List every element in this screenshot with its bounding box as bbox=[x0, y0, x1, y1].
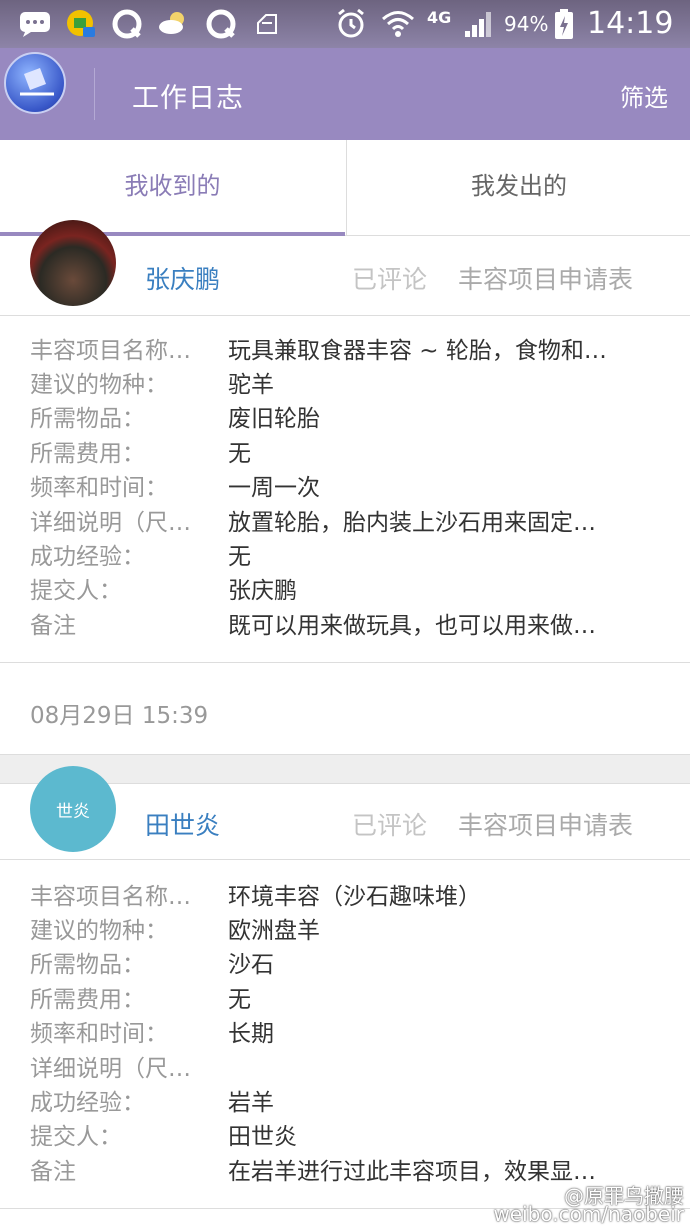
field-row: 成功经验： 岩羊 bbox=[0, 1086, 690, 1121]
field-row: 详细说明（尺… 放置轮胎，胎内装上沙石用来固定… bbox=[0, 506, 690, 541]
notification-icon bbox=[252, 8, 282, 40]
field-value: 田世炎 bbox=[228, 1124, 297, 1150]
field-label: 丰容项目名称… bbox=[30, 338, 191, 364]
alarm-icon bbox=[334, 8, 368, 40]
field-row: 建议的物种： 驼羊 bbox=[0, 368, 690, 403]
divider bbox=[0, 662, 690, 663]
entry-header: 世炎 田世炎 已评论 丰容项目申请表 bbox=[0, 766, 690, 860]
page-title: 工作日志 bbox=[132, 83, 244, 114]
field-row: 成功经验： 无 bbox=[0, 540, 690, 575]
field-value: 沙石 bbox=[228, 952, 274, 978]
field-row: 频率和时间： 长期 bbox=[0, 1017, 690, 1052]
field-label: 备注 bbox=[30, 613, 76, 639]
entry-header: 张庆鹏 已评论 丰容项目申请表 bbox=[0, 220, 690, 316]
avatar[interactable] bbox=[30, 220, 116, 306]
timestamp: 08月29日 15:39 bbox=[30, 703, 209, 729]
app-logo-icon[interactable] bbox=[4, 52, 66, 114]
field-row: 所需物品： 废旧轮胎 bbox=[0, 402, 690, 437]
message-icon bbox=[18, 8, 52, 40]
status-badge: 已评论 bbox=[352, 811, 428, 840]
field-value: 欧洲盘羊 bbox=[228, 918, 320, 944]
field-label: 频率和时间： bbox=[30, 475, 168, 501]
status-bar: 4G 94% 14:19 bbox=[0, 0, 690, 48]
field-value: 玩具兼取食器丰容 ~ 轮胎，食物和… bbox=[228, 338, 607, 364]
field-label: 提交人： bbox=[30, 1124, 122, 1150]
field-value: 驼羊 bbox=[228, 372, 274, 398]
avatar[interactable]: 世炎 bbox=[30, 766, 116, 852]
user-name[interactable]: 张庆鹏 bbox=[145, 260, 220, 296]
field-row: 建议的物种： 欧洲盘羊 bbox=[0, 914, 690, 949]
field-label: 所需物品： bbox=[30, 952, 145, 978]
field-row: 详细说明（尺… bbox=[0, 1052, 690, 1087]
field-value: 一周一次 bbox=[228, 475, 320, 501]
battery-icon bbox=[552, 8, 576, 40]
field-value: 无 bbox=[228, 987, 251, 1013]
network-type: 4G bbox=[427, 8, 452, 27]
log-entry[interactable]: 张庆鹏 已评论 丰容项目申请表 丰容项目名称… 玩具兼取食器丰容 ~ 轮胎，食物和… bbox=[0, 220, 690, 754]
tab-sent[interactable]: 我发出的 bbox=[346, 140, 690, 236]
field-value: 岩羊 bbox=[228, 1090, 274, 1116]
field-label: 频率和时间： bbox=[30, 1021, 168, 1047]
field-label: 成功经验： bbox=[30, 544, 145, 570]
field-value: 环境丰容（沙石趣味堆） bbox=[228, 884, 481, 910]
field-row: 提交人： 田世炎 bbox=[0, 1120, 690, 1155]
field-value: 长期 bbox=[228, 1021, 274, 1047]
form-type: 丰容项目申请表 bbox=[458, 811, 634, 840]
clock: 14:19 bbox=[587, 6, 674, 41]
wifi-icon bbox=[380, 8, 416, 40]
weather-icon bbox=[156, 8, 190, 40]
divider bbox=[94, 68, 95, 120]
watermark-url: weibo.com/naobeir bbox=[493, 1202, 684, 1226]
field-label: 成功经验： bbox=[30, 1090, 145, 1116]
field-row: 所需费用： 无 bbox=[0, 437, 690, 472]
user-name[interactable]: 田世炎 bbox=[145, 806, 220, 842]
field-label: 丰容项目名称… bbox=[30, 884, 191, 910]
qq-icon bbox=[204, 8, 238, 40]
field-row: 所需费用： 无 bbox=[0, 983, 690, 1018]
signal-icon bbox=[462, 8, 496, 40]
tab-bar: 我收到的 我发出的 bbox=[0, 140, 690, 236]
field-label: 备注 bbox=[30, 1159, 76, 1185]
field-row: 丰容项目名称… 玩具兼取食器丰容 ~ 轮胎，食物和… bbox=[0, 334, 690, 369]
field-row: 频率和时间： 一周一次 bbox=[0, 471, 690, 506]
field-value: 既可以用来做玩具，也可以用来做… bbox=[228, 613, 596, 639]
field-value: 放置轮胎，胎内装上沙石用来固定… bbox=[228, 510, 596, 536]
field-label: 详细说明（尺… bbox=[30, 510, 191, 536]
app-icon bbox=[64, 8, 98, 40]
field-row: 丰容项目名称… 环境丰容（沙石趣味堆） bbox=[0, 880, 690, 915]
field-row: 备注 既可以用来做玩具，也可以用来做… bbox=[0, 609, 690, 644]
field-label: 提交人： bbox=[30, 578, 122, 604]
field-label: 所需物品： bbox=[30, 406, 145, 432]
field-label: 详细说明（尺… bbox=[30, 1056, 191, 1082]
qq-icon bbox=[110, 8, 144, 40]
log-entry[interactable]: 世炎 田世炎 已评论 丰容项目申请表 丰容项目名称… 环境丰容（沙石趣味堆） 建议… bbox=[0, 766, 690, 1226]
filter-button[interactable]: 筛选 bbox=[620, 78, 668, 113]
battery-percent: 94% bbox=[504, 12, 549, 36]
field-label: 建议的物种： bbox=[30, 918, 168, 944]
field-label: 所需费用： bbox=[30, 987, 145, 1013]
field-value: 无 bbox=[228, 544, 251, 570]
field-value: 张庆鹏 bbox=[228, 578, 297, 604]
form-type: 丰容项目申请表 bbox=[458, 265, 634, 294]
field-label: 建议的物种： bbox=[30, 372, 168, 398]
field-label: 所需费用： bbox=[30, 441, 145, 467]
field-value: 无 bbox=[228, 441, 251, 467]
tab-received[interactable]: 我收到的 bbox=[0, 140, 345, 236]
status-badge: 已评论 bbox=[352, 265, 428, 294]
field-row: 提交人： 张庆鹏 bbox=[0, 574, 690, 609]
field-row: 所需物品： 沙石 bbox=[0, 948, 690, 983]
app-bar: 工作日志 筛选 bbox=[0, 48, 690, 140]
field-value: 废旧轮胎 bbox=[228, 406, 320, 432]
